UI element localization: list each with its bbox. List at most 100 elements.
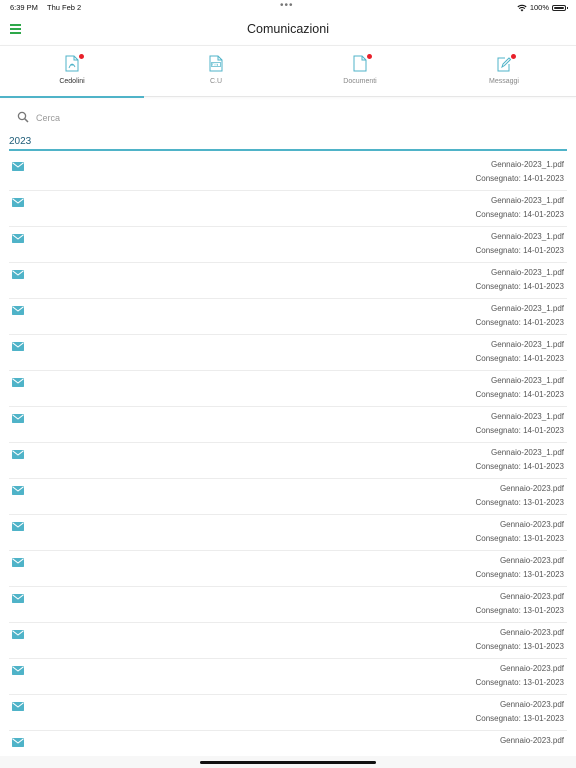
tab-label: Messaggi xyxy=(489,78,519,85)
document-icon xyxy=(353,55,367,72)
pdf-file-icon xyxy=(209,55,223,72)
file-name: Gennaio-2023.pdf xyxy=(499,556,564,565)
mail-icon xyxy=(12,342,24,351)
delivery-date: Consegnato: 14-01-2023 xyxy=(475,246,564,255)
file-name: Gennaio-2023.pdf xyxy=(499,484,564,493)
list-item[interactable]: Gennaio-2023.pdf Consegnato: 13-01-2023 xyxy=(0,551,576,587)
file-name: Gennaio-2023_1.pdf xyxy=(491,340,564,349)
file-name: Gennaio-2023_1.pdf xyxy=(491,268,564,277)
list-item[interactable]: Gennaio-2023.pdf Consegnato: 13-01-2023 xyxy=(0,695,576,731)
tab-cedolini[interactable]: Cedolini xyxy=(0,46,144,98)
delivery-date: Consegnato: 14-01-2023 xyxy=(475,210,564,219)
status-time: 6:39 PM xyxy=(10,3,38,12)
delivery-date: Consegnato: 14-01-2023 xyxy=(475,318,564,327)
wifi-icon xyxy=(517,4,527,11)
navigation-bar: Comunicazioni xyxy=(0,14,576,45)
mail-icon xyxy=(12,594,24,603)
list-item[interactable]: Gennaio-2023.pdf Consegnato: 13-01-2023 xyxy=(0,659,576,695)
list-item[interactable]: Gennaio-2023_1.pdf Consegnato: 14-01-2023 xyxy=(0,227,576,263)
list-item[interactable]: Gennaio-2023_1.pdf Consegnato: 14-01-2023 xyxy=(0,263,576,299)
mail-icon xyxy=(12,738,24,747)
delivery-date: Consegnato: 13-01-2023 xyxy=(475,534,564,543)
delivery-date: Consegnato: 14-01-2023 xyxy=(475,462,564,471)
compose-icon xyxy=(497,57,511,72)
list-item[interactable]: Gennaio-2023_1.pdf Consegnato: 14-01-2023 xyxy=(0,443,576,479)
list-item[interactable]: Gennaio-2023_1.pdf Consegnato: 14-01-2023 xyxy=(0,191,576,227)
file-name: Gennaio-2023.pdf xyxy=(499,592,564,601)
file-name: Gennaio-2023_1.pdf xyxy=(491,160,564,169)
mail-icon xyxy=(12,198,24,207)
mail-icon xyxy=(12,666,24,675)
list-item[interactable]: Gennaio-2023_1.pdf Consegnato: 14-01-2023 xyxy=(0,155,576,191)
home-bar xyxy=(0,756,576,768)
list-item[interactable]: Gennaio-2023_1.pdf Consegnato: 14-01-2023 xyxy=(0,299,576,335)
file-name: Gennaio-2023_1.pdf xyxy=(491,412,564,421)
pdf-document-icon xyxy=(65,55,79,72)
mail-icon xyxy=(12,306,24,315)
search-icon xyxy=(17,111,29,123)
mail-icon xyxy=(12,486,24,495)
status-time-date: 6:39 PM Thu Feb 2 xyxy=(10,3,81,12)
delivery-date: Consegnato: 13-01-2023 xyxy=(475,678,564,687)
list-item[interactable]: Gennaio-2023.pdf Consegnato: 13-01-2023 xyxy=(0,623,576,659)
file-name: Gennaio-2023_1.pdf xyxy=(491,304,564,313)
file-name: Gennaio-2023_1.pdf xyxy=(491,448,564,457)
list-item[interactable]: Gennaio-2023_1.pdf Consegnato: 14-01-2023 xyxy=(0,335,576,371)
list-item[interactable]: Gennaio-2023_1.pdf Consegnato: 14-01-2023 xyxy=(0,371,576,407)
status-indicators: 100% xyxy=(517,3,568,12)
multitasking-dots[interactable]: ••• xyxy=(280,0,294,11)
file-name: Gennaio-2023_1.pdf xyxy=(491,196,564,205)
mail-icon xyxy=(12,234,24,243)
file-name: Gennaio-2023.pdf xyxy=(499,700,564,709)
file-name: Gennaio-2023.pdf xyxy=(499,520,564,529)
page-title: Comunicazioni xyxy=(247,22,329,36)
delivery-date: Consegnato: 13-01-2023 xyxy=(475,714,564,723)
section-divider xyxy=(9,149,567,151)
delivery-date: Consegnato: 13-01-2023 xyxy=(475,642,564,651)
delivery-date: Consegnato: 13-01-2023 xyxy=(475,606,564,615)
delivery-date: Consegnato: 13-01-2023 xyxy=(475,498,564,507)
mail-icon xyxy=(12,162,24,171)
delivery-date: Consegnato: 13-01-2023 xyxy=(475,570,564,579)
file-name: Gennaio-2023.pdf xyxy=(499,664,564,673)
list-item[interactable]: Gennaio-2023.pdf Consegnato: 13-01-2023 xyxy=(0,479,576,515)
list-item[interactable]: Gennaio-2023.pdf Consegnato: 13-01-2023 xyxy=(0,587,576,623)
tab-messaggi[interactable]: Messaggi xyxy=(432,46,576,97)
tab-cu[interactable]: C.U xyxy=(144,46,288,97)
delivery-date: Consegnato: 14-01-2023 xyxy=(475,426,564,435)
mail-icon xyxy=(12,630,24,639)
mail-icon xyxy=(12,522,24,531)
mail-icon xyxy=(12,702,24,711)
delivery-date: Consegnato: 14-01-2023 xyxy=(475,354,564,363)
mail-icon xyxy=(12,558,24,567)
notification-badge xyxy=(511,54,516,59)
file-name: Gennaio-2023_1.pdf xyxy=(491,232,564,241)
mail-icon xyxy=(12,450,24,459)
search-field[interactable]: Cerca xyxy=(0,103,576,133)
tab-bar: Cedolini C.U Documenti Messaggi xyxy=(0,45,576,98)
mail-icon xyxy=(12,414,24,423)
mail-icon xyxy=(12,270,24,279)
file-name: Gennaio-2023.pdf xyxy=(499,628,564,637)
mail-icon xyxy=(12,378,24,387)
battery-percent: 100% xyxy=(529,3,549,12)
delivery-date: Consegnato: 14-01-2023 xyxy=(475,390,564,399)
file-name: Gennaio-2023.pdf xyxy=(499,736,564,745)
notification-badge xyxy=(367,54,372,59)
file-name: Gennaio-2023_1.pdf xyxy=(491,376,564,385)
tab-label: C.U xyxy=(209,78,223,85)
delivery-date: Consegnato: 14-01-2023 xyxy=(475,282,564,291)
status-date: Thu Feb 2 xyxy=(47,3,82,12)
tab-documenti[interactable]: Documenti xyxy=(288,46,432,97)
tab-label: Documenti xyxy=(343,78,377,85)
search-placeholder: Cerca xyxy=(36,113,61,123)
home-indicator[interactable] xyxy=(200,761,376,764)
battery-icon xyxy=(552,4,568,11)
delivery-date: Consegnato: 14-01-2023 xyxy=(475,174,564,183)
notification-badge xyxy=(79,54,84,59)
list-item[interactable]: Gennaio-2023.pdf Consegnato: 13-01-2023 xyxy=(0,515,576,551)
section-year-header: 2023 xyxy=(9,136,32,147)
tab-label: Cedolini xyxy=(59,78,85,85)
list-item[interactable]: Gennaio-2023_1.pdf Consegnato: 14-01-2023 xyxy=(0,407,576,443)
status-bar: 6:39 PM Thu Feb 2 ••• 100% xyxy=(0,0,576,14)
